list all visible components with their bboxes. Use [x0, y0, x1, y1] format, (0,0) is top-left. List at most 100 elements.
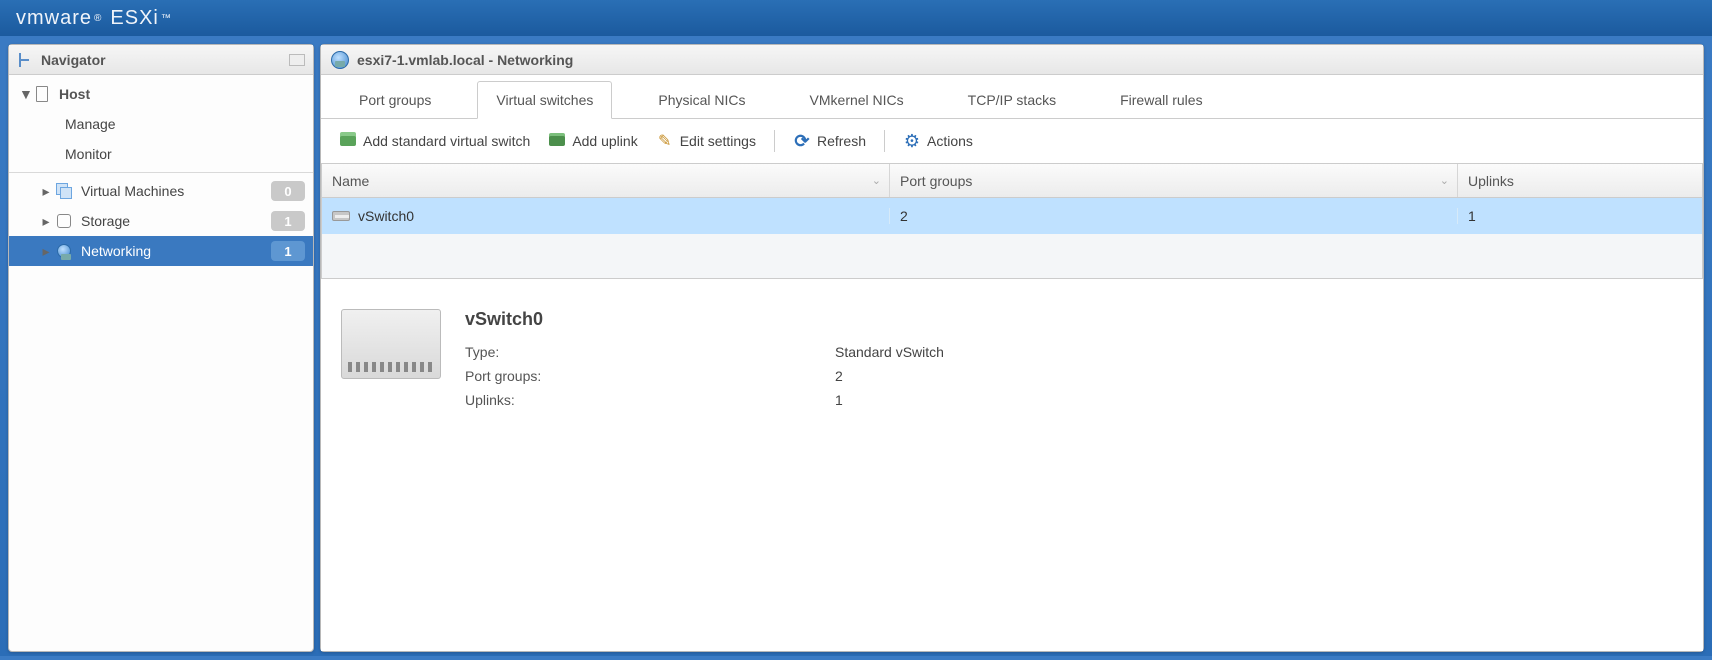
detail-type-key: Type: — [465, 344, 835, 360]
registered-mark: ® — [94, 13, 102, 24]
networking-icon — [331, 51, 349, 69]
tab-virtual-switches[interactable]: Virtual switches — [477, 81, 612, 119]
nav-divider — [9, 172, 313, 173]
navigator-title: Navigator — [41, 52, 106, 68]
host-icon — [33, 85, 51, 103]
detail-pg-key: Port groups: — [465, 368, 835, 384]
navigator-body: ▼ Host Manage Monitor ▸ Virtual Machines… — [9, 75, 313, 651]
col-portgroups-header[interactable]: Port groups ⌄ — [890, 164, 1458, 197]
tree-icon — [17, 52, 33, 68]
col-pg-label: Port groups — [900, 173, 972, 189]
caret-right-icon: ▸ — [41, 213, 51, 230]
vswitch-add-icon — [339, 132, 357, 150]
cell-uplinks: 1 — [1458, 208, 1702, 224]
nav-manage[interactable]: Manage — [9, 109, 313, 139]
tab-pnic-label: Physical NICs — [658, 92, 745, 108]
tab-vmkernel-nics[interactable]: VMkernel NICs — [792, 82, 922, 118]
chevron-down-icon: ⌄ — [872, 174, 881, 187]
tab-tcpip-stacks[interactable]: TCP/IP stacks — [950, 82, 1074, 118]
top-bar: vmware ® ESXi ™ — [0, 0, 1712, 36]
nav-storage-badge: 1 — [271, 211, 305, 231]
tab-firewall-rules[interactable]: Firewall rules — [1102, 82, 1220, 118]
detail-body: vSwitch0 Type: Standard vSwitch Port gro… — [465, 309, 1683, 621]
row-pg: 2 — [900, 208, 908, 224]
collapse-icon[interactable] — [289, 54, 305, 66]
col-name-header[interactable]: Name ⌄ — [322, 164, 890, 197]
cell-name: vSwitch0 — [322, 208, 890, 224]
col-up-label: Uplinks — [1468, 173, 1514, 189]
detail-title: vSwitch0 — [465, 309, 1683, 330]
nav-virtual-machines[interactable]: ▸ Virtual Machines 0 — [9, 176, 313, 206]
nav-net-label: Networking — [81, 243, 271, 259]
detail-pane: vSwitch0 Type: Standard vSwitch Port gro… — [321, 279, 1703, 651]
detail-row-portgroups: Port groups: 2 — [465, 364, 1683, 388]
edit-settings-button[interactable]: ✎ Edit settings — [656, 132, 756, 150]
grid-header: Name ⌄ Port groups ⌄ Uplinks — [322, 164, 1702, 198]
tab-vmk-label: VMkernel NICs — [810, 92, 904, 108]
refresh-icon: ⟳ — [793, 132, 811, 150]
tab-vswitch-label: Virtual switches — [496, 92, 593, 108]
detail-row-uplinks: Uplinks: 1 — [465, 388, 1683, 412]
nav-vm-badge: 0 — [271, 181, 305, 201]
actions-label: Actions — [927, 133, 973, 149]
vswitch-detail-icon — [341, 309, 441, 379]
breadcrumb: esxi7-1.vmlab.local - Networking — [357, 52, 573, 68]
col-uplinks-header[interactable]: Uplinks — [1458, 164, 1702, 197]
add-vswitch-button[interactable]: Add standard virtual switch — [339, 132, 530, 150]
gear-icon: ⚙ — [903, 132, 921, 150]
main-header: esxi7-1.vmlab.local - Networking — [321, 45, 1703, 75]
grid-spacer — [322, 234, 1702, 278]
add-uplink-label: Add uplink — [572, 133, 637, 149]
brand-product: ESXi — [110, 7, 158, 30]
caret-right-icon: ▸ — [41, 183, 51, 200]
nav-net-badge: 1 — [271, 241, 305, 261]
main-panel: esxi7-1.vmlab.local - Networking Port gr… — [320, 44, 1704, 652]
col-name-label: Name — [332, 173, 369, 189]
toolbar: Add standard virtual switch Add uplink ✎… — [321, 119, 1703, 163]
detail-row-type: Type: Standard vSwitch — [465, 340, 1683, 364]
toolbar-separator — [884, 130, 885, 152]
nav-storage-label: Storage — [81, 213, 271, 229]
caret-right-icon: ▸ — [41, 243, 51, 260]
trademark: ™ — [161, 13, 172, 24]
tab-port-groups[interactable]: Port groups — [341, 82, 449, 118]
brand-vmware: vmware — [16, 7, 92, 30]
row-up: 1 — [1468, 208, 1476, 224]
navigator-panel: Navigator ▼ Host Manage Monitor ▸ Virtua… — [8, 44, 314, 652]
tab-physical-nics[interactable]: Physical NICs — [640, 82, 763, 118]
storage-icon — [55, 212, 73, 230]
tab-tcpip-label: TCP/IP stacks — [968, 92, 1056, 108]
refresh-button[interactable]: ⟳ Refresh — [793, 132, 866, 150]
pencil-icon: ✎ — [656, 132, 674, 150]
tab-strip: Port groups Virtual switches Physical NI… — [321, 75, 1703, 119]
cell-portgroups: 2 — [890, 208, 1458, 224]
nav-networking[interactable]: ▸ Networking 1 — [9, 236, 313, 266]
add-vswitch-label: Add standard virtual switch — [363, 133, 530, 149]
nav-manage-label: Manage — [65, 116, 305, 132]
nav-monitor-label: Monitor — [65, 146, 305, 162]
navigator-header: Navigator — [9, 45, 313, 75]
nav-monitor[interactable]: Monitor — [9, 139, 313, 169]
nav-storage[interactable]: ▸ Storage 1 — [9, 206, 313, 236]
detail-up-key: Uplinks: — [465, 392, 835, 408]
networking-icon — [55, 242, 73, 260]
row-name: vSwitch0 — [358, 208, 414, 224]
actions-button[interactable]: ⚙ Actions — [903, 132, 973, 150]
uplink-add-icon — [548, 132, 566, 150]
vswitch-grid: Name ⌄ Port groups ⌄ Uplinks vSwitch0 2 — [321, 163, 1703, 279]
edit-settings-label: Edit settings — [680, 133, 756, 149]
toolbar-separator — [774, 130, 775, 152]
detail-pg-val: 2 — [835, 368, 843, 384]
vm-icon — [55, 182, 73, 200]
caret-down-icon: ▼ — [19, 86, 29, 102]
refresh-label: Refresh — [817, 133, 866, 149]
detail-type-val: Standard vSwitch — [835, 344, 944, 360]
nav-host[interactable]: ▼ Host — [9, 79, 313, 109]
nav-vm-label: Virtual Machines — [81, 183, 271, 199]
tab-port-groups-label: Port groups — [359, 92, 431, 108]
tab-fw-label: Firewall rules — [1120, 92, 1202, 108]
table-row[interactable]: vSwitch0 2 1 — [322, 198, 1702, 234]
detail-up-val: 1 — [835, 392, 843, 408]
vswitch-icon — [332, 211, 350, 221]
add-uplink-button[interactable]: Add uplink — [548, 132, 637, 150]
